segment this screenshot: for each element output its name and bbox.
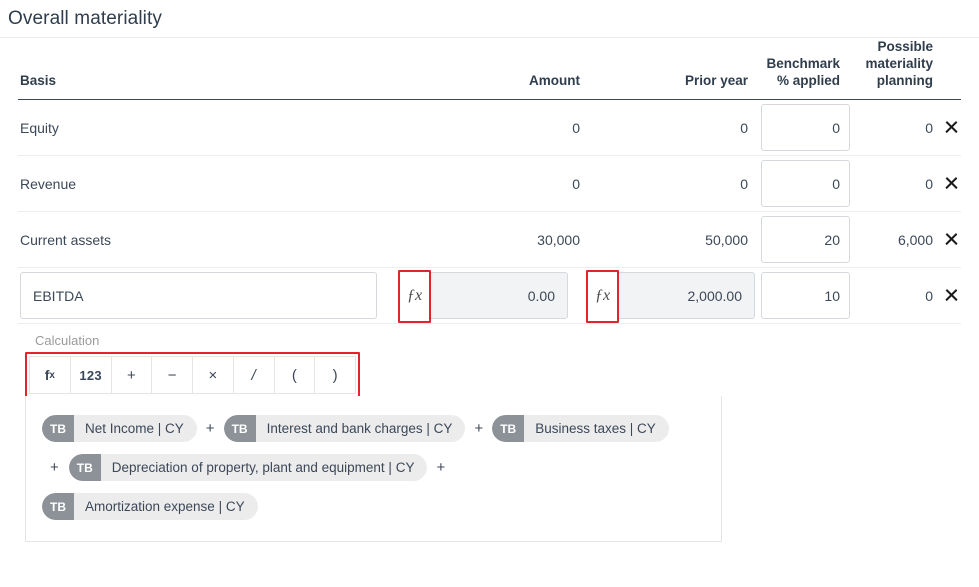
possible-line-3: planning: [877, 73, 933, 88]
materiality-table-wrapper: Basis Amount Prior year Benchmark % appl…: [0, 38, 979, 324]
amount-formula-field[interactable]: ƒx 0.00: [400, 272, 568, 319]
cell-prior-year: 0: [588, 100, 757, 156]
calculation-label: Calculation: [0, 324, 979, 352]
cell-prior-year: 50,000: [588, 212, 757, 268]
formula-token-list: TB Net Income | CY + TB Interest and ban…: [42, 409, 709, 526]
cell-possible-materiality: 0: [850, 100, 961, 156]
formula-tag-label: Amortization expense | CY: [74, 499, 258, 514]
tb-badge-icon: TB: [42, 415, 74, 442]
table-head: Basis Amount Prior year Benchmark % appl…: [18, 38, 961, 100]
formula-tag-label: Business taxes | CY: [524, 421, 669, 436]
minus-operator-button[interactable]: −: [152, 357, 193, 393]
formula-tag[interactable]: TB Business taxes | CY: [492, 415, 669, 442]
cell-basis: Revenue: [18, 156, 400, 212]
cell-amount: 30,000: [400, 212, 588, 268]
close-x-icon[interactable]: [944, 288, 959, 303]
possible-materiality-cell: 0: [850, 288, 961, 304]
formula-operator[interactable]: +: [197, 415, 224, 442]
multiply-operator-button[interactable]: ×: [193, 357, 234, 393]
column-header-basis: Basis: [18, 38, 400, 100]
fx-glyph: ƒx: [595, 288, 610, 305]
close-x-icon[interactable]: [944, 120, 959, 135]
calculation-toolbar-highlight: fx 123 + − × / ( ): [25, 352, 360, 398]
close-x-icon[interactable]: [944, 232, 959, 247]
cell-possible-materiality: 6,000: [850, 212, 961, 268]
fx-tool-button[interactable]: fx: [30, 357, 71, 393]
tb-badge-icon: TB: [69, 454, 101, 481]
cell-amount: 0: [400, 100, 588, 156]
benchmark-pct-input[interactable]: [761, 272, 850, 319]
fx-tool-sub: x: [49, 370, 55, 381]
basis-name-input[interactable]: [20, 272, 377, 319]
formula-tag-label: Net Income | CY: [74, 421, 197, 436]
open-paren-button[interactable]: (: [275, 357, 316, 393]
benchmark-pct-input[interactable]: [761, 160, 850, 207]
possible-materiality-value: 0: [925, 176, 933, 192]
column-header-amount: Amount: [400, 38, 588, 100]
fx-formula-icon-amount[interactable]: ƒx: [398, 270, 431, 323]
page-header: Overall materiality: [0, 0, 979, 38]
possible-materiality-cell: 0: [850, 176, 961, 192]
page-title: Overall materiality: [8, 8, 162, 30]
cell-basis-editor: [18, 268, 400, 324]
table-row: Revenue 0 0 0: [18, 156, 961, 212]
possible-materiality-value: 6,000: [898, 232, 933, 248]
benchmark-line-1: Benchmark: [766, 56, 840, 71]
materiality-table: Basis Amount Prior year Benchmark % appl…: [18, 38, 961, 324]
number-tool-button[interactable]: 123: [71, 357, 112, 393]
column-header-prior-year: Prior year: [588, 38, 757, 100]
benchmark-pct-input[interactable]: [761, 104, 850, 151]
cell-amount: 0: [400, 156, 588, 212]
cell-benchmark-pct: [757, 268, 850, 324]
formula-tag-label: Depreciation of property, plant and equi…: [101, 460, 428, 475]
cell-benchmark-pct: [757, 212, 850, 268]
calculation-formula-panel[interactable]: TB Net Income | CY + TB Interest and ban…: [25, 396, 722, 542]
formula-tag[interactable]: TB Depreciation of property, plant and e…: [69, 454, 428, 481]
cell-benchmark-pct: [757, 100, 850, 156]
tb-badge-icon: TB: [42, 493, 74, 520]
cell-possible-materiality: 0: [850, 268, 961, 324]
fx-formula-icon-prior-year[interactable]: ƒx: [586, 270, 619, 323]
benchmark-pct-input[interactable]: [761, 216, 850, 263]
prior-year-formula-field[interactable]: ƒx 2,000.00: [588, 272, 755, 319]
fx-glyph: ƒx: [407, 288, 422, 305]
formula-tag[interactable]: TB Net Income | CY: [42, 415, 197, 442]
tb-badge-icon: TB: [224, 415, 256, 442]
cell-basis: Current assets: [18, 212, 400, 268]
possible-line-1: Possible: [877, 39, 933, 54]
benchmark-line-2: % applied: [777, 73, 840, 88]
table-body: Equity 0 0 0 Revenue 0 0: [18, 100, 961, 324]
possible-materiality-cell: 0: [850, 120, 961, 136]
tb-badge-icon: TB: [492, 415, 524, 442]
column-header-benchmark-pct: Benchmark % applied: [757, 38, 850, 100]
formula-operator[interactable]: +: [42, 454, 69, 481]
column-header-possible-materiality: Possible materiality planning: [850, 38, 961, 100]
formula-operator[interactable]: +: [465, 415, 492, 442]
table-row: Equity 0 0 0: [18, 100, 961, 156]
prior-year-value: 2,000.00: [619, 273, 754, 318]
formula-tag[interactable]: TB Amortization expense | CY: [42, 493, 258, 520]
cell-possible-materiality: 0: [850, 156, 961, 212]
close-paren-button[interactable]: ): [315, 357, 355, 393]
possible-materiality-value: 0: [925, 288, 933, 304]
table-header-row: Basis Amount Prior year Benchmark % appl…: [18, 38, 961, 100]
cell-basis: Equity: [18, 100, 400, 156]
divide-operator-button[interactable]: /: [234, 357, 275, 393]
formula-tag[interactable]: TB Interest and bank charges | CY: [224, 415, 466, 442]
possible-materiality-value: 0: [925, 120, 933, 136]
cell-prior-year-formula: ƒx 2,000.00: [588, 268, 757, 324]
calculation-toolbar: fx 123 + − × / ( ): [29, 356, 356, 394]
plus-operator-button[interactable]: +: [112, 357, 153, 393]
cell-benchmark-pct: [757, 156, 850, 212]
possible-line-2: materiality: [865, 56, 933, 71]
table-row-editing: ƒx 0.00 ƒx 2,000.00: [18, 268, 961, 324]
formula-tag-label: Interest and bank charges | CY: [256, 421, 466, 436]
cell-prior-year: 0: [588, 156, 757, 212]
possible-materiality-cell: 6,000: [850, 232, 961, 248]
close-x-icon[interactable]: [944, 176, 959, 191]
cell-amount-formula: ƒx 0.00: [400, 268, 588, 324]
amount-value: 0.00: [431, 273, 567, 318]
formula-operator[interactable]: +: [427, 454, 454, 481]
table-row: Current assets 30,000 50,000 6,000: [18, 212, 961, 268]
